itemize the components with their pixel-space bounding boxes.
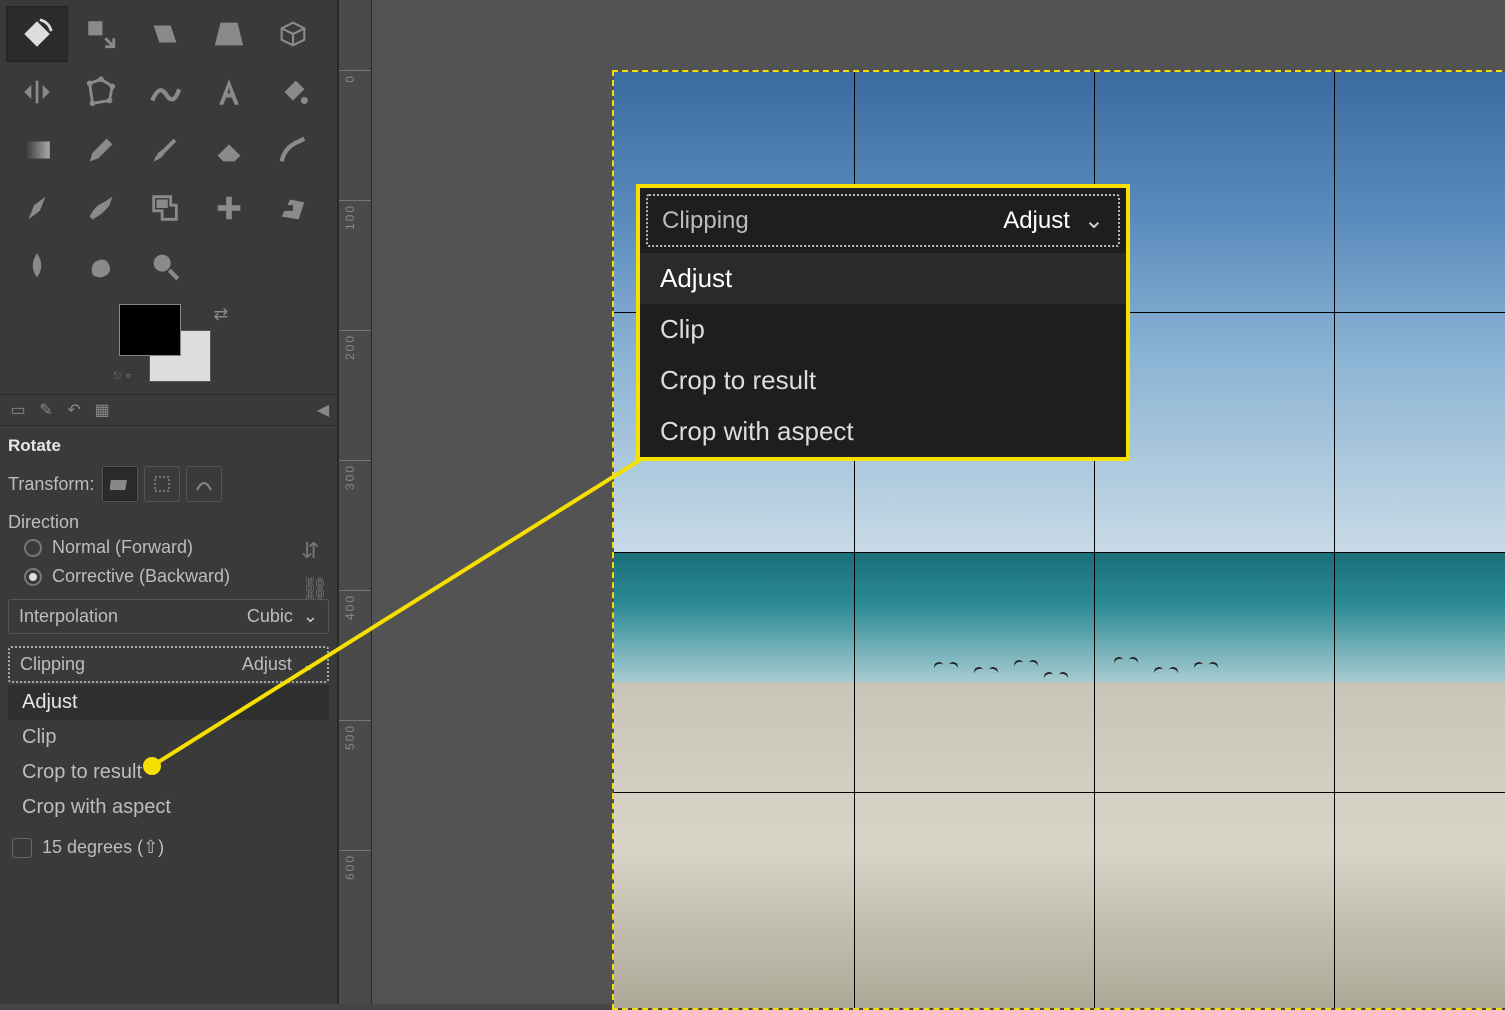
callout-clipping-select[interactable]: Clipping Adjust ⌄ — [646, 194, 1120, 247]
callout-leader — [0, 0, 1505, 1004]
callout-option-crop-to-result[interactable]: Crop to result — [640, 355, 1126, 406]
callout-option-adjust[interactable]: Adjust — [640, 253, 1126, 304]
callout-panel: Clipping Adjust ⌄ Adjust Clip Crop to re… — [636, 184, 1130, 461]
callout-option-clip[interactable]: Clip — [640, 304, 1126, 355]
chevron-down-icon: ⌄ — [1084, 206, 1104, 235]
callout-anchor-dot — [143, 757, 161, 775]
callout-clipping-value: Adjust — [1003, 207, 1070, 235]
callout-clipping-label: Clipping — [662, 207, 749, 235]
callout-option-crop-with-aspect[interactable]: Crop with aspect — [640, 406, 1126, 457]
